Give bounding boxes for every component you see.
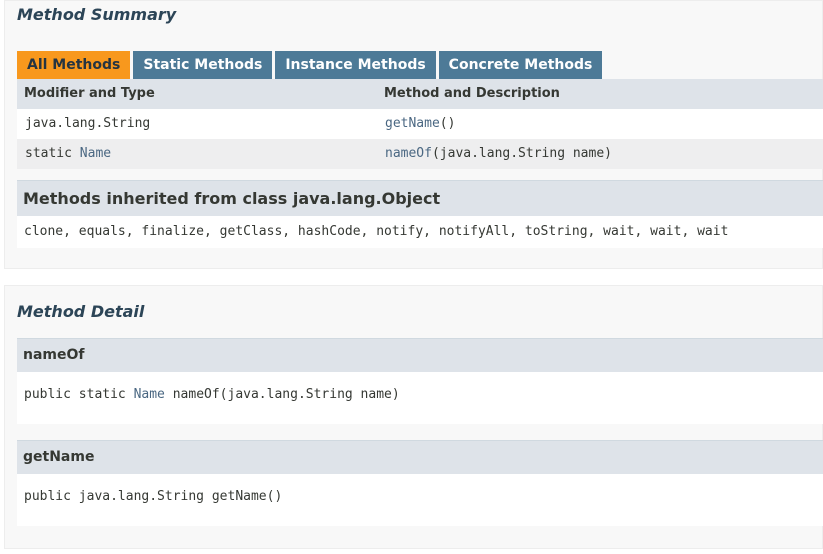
inherited-methods-list[interactable]: clone, equals, finalize, getClass, hashC… xyxy=(17,216,823,248)
method-summary-table: Modifier and Type Method and Description… xyxy=(17,79,823,169)
method-link-getname[interactable]: getName xyxy=(385,116,440,131)
type-link-name[interactable]: Name xyxy=(80,146,111,161)
method-signature: getName() xyxy=(385,116,456,131)
method-link-nameof[interactable]: nameOf xyxy=(385,146,432,161)
method-summary-title: Method Summary xyxy=(17,5,177,24)
inherited-methods-title: Methods inherited from class java.lang.O… xyxy=(17,180,823,216)
table-row: static Name nameOf(java.lang.String name… xyxy=(17,139,823,169)
method-detail-section: Method Detail nameOf public static Name … xyxy=(4,285,823,549)
method-summary-section: Method Summary All Methods Static Method… xyxy=(4,0,823,269)
tab-instance-methods[interactable]: Instance Methods xyxy=(275,51,436,79)
modifier-type: java.lang.String xyxy=(25,116,151,131)
column-header-method: Method and Description xyxy=(384,86,560,101)
modifier-type: static Name xyxy=(25,146,112,161)
tab-concrete-methods[interactable]: Concrete Methods xyxy=(438,51,603,79)
tab-static-methods[interactable]: Static Methods xyxy=(133,51,273,79)
method-name-heading: getName xyxy=(17,440,823,474)
type-link-name[interactable]: Name xyxy=(134,387,165,402)
table-header-row: Modifier and Type Method and Description xyxy=(17,79,823,109)
method-signature-detail: public java.lang.String getName() xyxy=(17,474,823,526)
table-row: java.lang.String getName() xyxy=(17,109,823,139)
tab-all-methods[interactable]: All Methods xyxy=(17,51,131,79)
method-detail-getname: getName public java.lang.String getName(… xyxy=(17,440,823,526)
method-filter-tabs: All Methods Static Methods Instance Meth… xyxy=(17,51,605,79)
method-detail-nameof: nameOf public static Name nameOf(java.la… xyxy=(17,338,823,424)
method-name-heading: nameOf xyxy=(17,338,823,372)
method-signature: nameOf(java.lang.String name) xyxy=(385,146,612,161)
method-detail-title: Method Detail xyxy=(17,302,145,321)
inherited-methods: Methods inherited from class java.lang.O… xyxy=(17,180,823,248)
method-signature-detail: public static Name nameOf(java.lang.Stri… xyxy=(17,372,823,424)
column-header-modifier: Modifier and Type xyxy=(24,86,155,101)
